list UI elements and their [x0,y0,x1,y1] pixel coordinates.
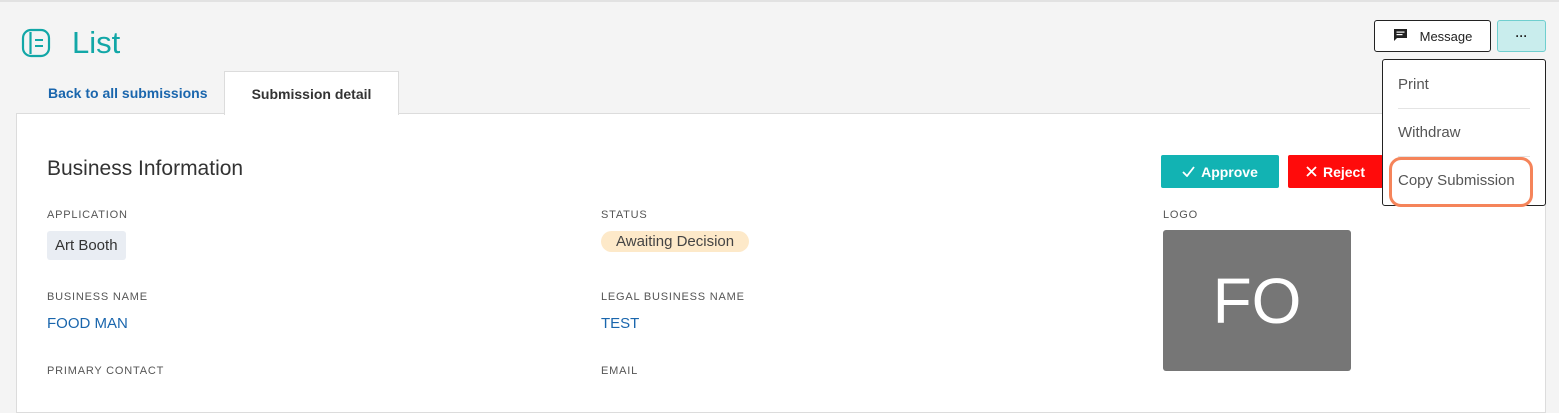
application-label: APPLICATION [47,209,128,221]
tab-submission-detail[interactable]: Submission detail [224,71,399,115]
more-options-button[interactable]: ··· [1497,20,1546,52]
top-border [0,0,1559,2]
close-icon [1306,164,1317,180]
logo-label: LOGO [1163,209,1198,221]
message-button-label: Message [1419,28,1473,44]
page-title: List [72,25,121,60]
reject-button[interactable]: Reject [1288,155,1383,188]
business-name-value[interactable]: FOOD MAN [47,315,128,333]
list-icon [21,28,51,58]
message-icon [1393,28,1408,45]
status-badge: Awaiting Decision [601,231,750,252]
message-button[interactable]: Message [1374,20,1491,52]
menu-item-copy-submission[interactable]: Copy Submission [1398,172,1515,190]
section-title: Business Information [47,157,244,180]
business-name-label: BUSINESS NAME [47,291,148,303]
approve-button[interactable]: Approve [1161,155,1279,188]
reject-button-label: Reject [1322,163,1366,180]
legal-business-name-label: LEGAL BUSINESS NAME [601,291,745,303]
menu-item-withdraw[interactable]: Withdraw [1398,124,1461,142]
primary-contact-label: PRIMARY CONTACT [47,365,165,377]
more-options-menu: Print Withdraw Copy Submission [1382,59,1546,206]
logo-avatar: FO [1163,230,1351,371]
application-value: Art Booth [47,231,126,260]
menu-divider [1398,156,1530,157]
tab-submission-detail-label: Submission detail [251,85,372,102]
legal-business-name-value[interactable]: TEST [601,315,639,333]
tab-back-to-submissions[interactable]: Back to all submissions [48,84,208,102]
checkmark-icon [1182,164,1195,180]
email-label: EMAIL [601,365,639,377]
menu-item-print[interactable]: Print [1398,76,1429,94]
approve-button-label: Approve [1201,163,1258,180]
status-label: STATUS [601,209,648,221]
menu-divider [1398,108,1530,109]
